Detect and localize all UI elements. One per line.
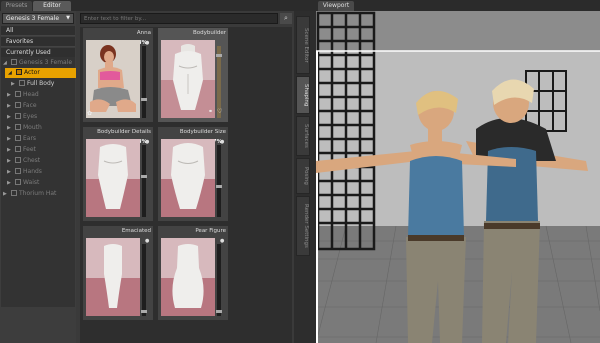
viewport-canvas[interactable] [316,11,600,343]
morph-name: Anna [136,30,151,36]
expand-icon[interactable]: ▶ [7,90,15,100]
tree-node-hands[interactable]: ▶ Hands [7,167,42,177]
tab-editor[interactable]: Editor [33,1,71,11]
morph-slider[interactable] [216,244,222,316]
settings-icon[interactable]: ✿ [87,110,92,117]
scene-render [316,11,600,343]
slider-knob[interactable] [216,310,222,313]
tree-node-mouth[interactable]: ▶ Mouth [7,123,42,133]
pin-icon[interactable]: ● [220,238,224,244]
morph-name: Bodybuilder Size [179,129,226,135]
collapse-icon[interactable]: ◢ [3,58,11,68]
tab-viewport[interactable]: Viewport [318,1,354,11]
expand-icon[interactable]: ▶ [11,79,19,89]
expand-icon[interactable]: ▶ [7,167,15,177]
tree-node-thorium-hat[interactable]: ▶ Thorium Hat [3,189,56,199]
morph-tile-pear-figure[interactable]: Pear Figure ● [158,226,228,320]
slider-knob[interactable] [141,98,147,101]
folder-icon [15,113,21,119]
pin-icon[interactable]: ● [145,139,149,145]
search-icon[interactable]: ⌕ [280,13,292,24]
expand-icon[interactable]: ▶ [7,123,15,133]
morph-name: Bodybuilder Details [97,129,151,135]
tree-node-waist[interactable]: ▶ Waist [7,178,39,188]
folder-icon [15,168,21,174]
category-tree: ◢ Genesis 3 Female ◢ Actor ▶ Full Body ▶ Hea… [1,57,76,307]
link-icon[interactable]: ⚭ [208,108,213,115]
morph-slider[interactable] [141,145,147,217]
pin-icon[interactable]: ● [145,238,149,244]
morph-slider[interactable] [141,46,147,118]
figure-icon [11,59,17,65]
expand-icon[interactable]: ▶ [7,112,15,122]
slider-knob[interactable] [141,310,147,313]
tree-node-eyes[interactable]: ▶ Eyes [7,112,37,122]
filter-input[interactable]: Enter text to filter by... [80,13,278,24]
expand-icon[interactable]: ▶ [7,134,15,144]
folder-icon [15,124,21,130]
tab-render-settings[interactable]: Render Settings [296,196,310,256]
tree-node-full-body[interactable]: ▶ Full Body [11,79,54,89]
nav-item-all[interactable]: All [1,26,75,36]
tab-surfaces[interactable]: Surfaces [296,116,310,156]
folder-icon [15,179,21,185]
folder-icon [15,102,21,108]
folder-icon [15,157,21,163]
morph-tile-bodybuilder[interactable]: Bodybuilder ⚭ ♡ [158,28,228,122]
figure-dropdown[interactable]: Genesis 3 Female ▼ [2,13,74,24]
expand-icon[interactable]: ▶ [7,101,15,111]
tab-scene-editor[interactable]: Scene Editor [296,16,310,74]
nav-item-favorites[interactable]: Favorites [1,37,75,47]
morph-tile-bodybuilder-size[interactable]: Bodybuilder Size 42.7% ● [158,127,228,221]
morph-name: Bodybuilder [192,30,226,36]
morph-thumbnail [161,40,215,118]
tree-node-figure[interactable]: ◢ Genesis 3 Female [3,58,72,68]
morph-thumbnail [86,238,140,316]
pin-icon[interactable]: ● [220,139,224,145]
figure-icon [16,69,22,75]
tab-shaping[interactable]: Shaping [296,76,310,114]
morph-thumbnail [86,139,140,217]
morph-name: Emaciated [121,228,151,234]
prop-icon [11,190,17,196]
expand-icon[interactable]: ▶ [3,189,11,199]
morph-grid: Anna 25.8% ● ✿ Bodybuilder ⚭ ♡ [80,27,292,343]
morph-tile-bodybuilder-details[interactable]: Bodybuilder Details 58.8% ● [83,127,153,221]
expand-icon[interactable]: ▶ [7,156,15,166]
expand-icon[interactable]: ▶ [7,178,15,188]
expand-icon[interactable]: ▶ [7,145,15,155]
morph-thumbnail [161,139,215,217]
morph-tile-emaciated[interactable]: Emaciated ● [83,226,153,320]
tree-node-chest[interactable]: ▶ Chest [7,156,40,166]
morph-slider[interactable] [216,145,222,217]
favorite-heart-icon[interactable]: ♡ [217,108,222,115]
tree-node-actor[interactable]: ◢ Actor [5,68,76,78]
tree-node-head[interactable]: ▶ Head [7,90,39,100]
morph-slider[interactable] [141,244,147,316]
slider-knob[interactable] [141,175,147,178]
tree-node-feet[interactable]: ▶ Feet [7,145,36,155]
tree-node-face[interactable]: ▶ Face [7,101,37,111]
folder-icon [15,91,21,97]
morph-tile-anna[interactable]: Anna 25.8% ● ✿ [83,28,153,122]
top-tab-bar: Presets Editor Viewport [0,0,600,11]
morph-name: Pear Figure [195,228,226,234]
folder-icon [15,146,21,152]
figure-dropdown-value: Genesis 3 Female [6,15,60,22]
tree-node-ears[interactable]: ▶ Ears [7,134,36,144]
morph-thumbnail [161,238,215,316]
pin-icon[interactable]: ● [145,40,149,46]
slider-knob[interactable] [216,185,222,188]
slider-knob[interactable] [216,54,222,57]
morph-thumbnail [86,40,140,118]
chevron-down-icon: ▼ [66,15,70,21]
body-icon [19,80,25,86]
tab-posing[interactable]: Posing [296,158,310,194]
tab-presets[interactable]: Presets [1,1,32,11]
folder-icon [15,135,21,141]
collapse-icon[interactable]: ◢ [8,68,16,78]
